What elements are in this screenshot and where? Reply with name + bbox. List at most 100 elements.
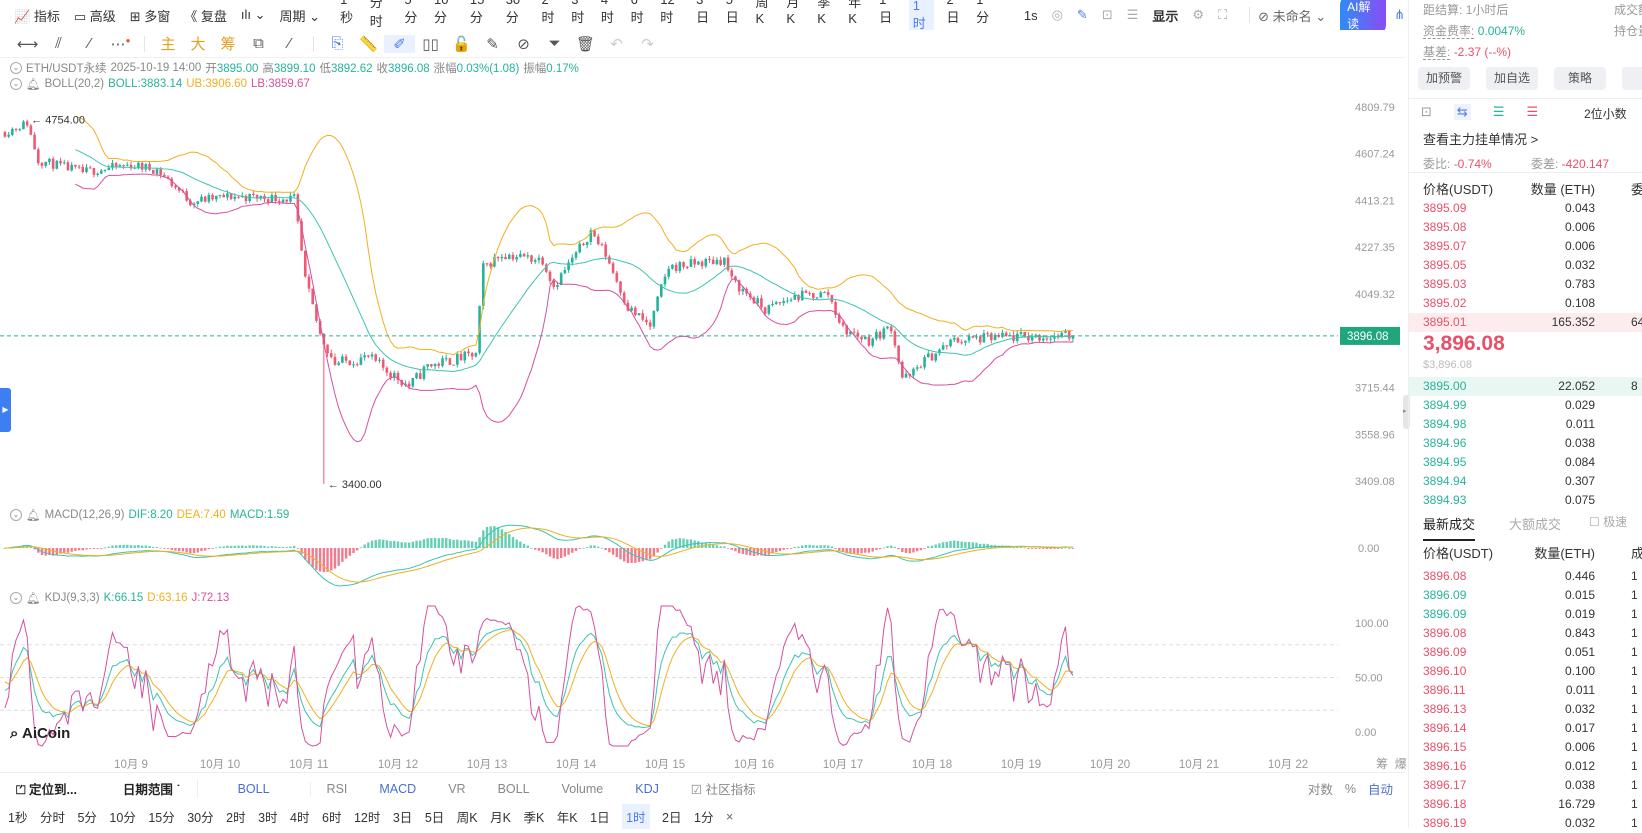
realtime-toggle[interactable]: 1s <box>1024 8 1038 23</box>
collapse-icon[interactable]: ⌄ <box>10 78 22 90</box>
book-bids-icon[interactable]: ☰ <box>1493 104 1505 120</box>
period-20[interactable]: 1分 <box>694 807 713 826</box>
book-asks-icon[interactable]: ☰ <box>1526 104 1538 120</box>
undo-icon[interactable]: ↶ <box>601 35 632 53</box>
add-alert-button[interactable]: 加预警 <box>1418 67 1470 90</box>
link-icon[interactable]: ⊘ <box>508 35 539 53</box>
liquidation-toggle[interactable]: 爆 <box>1395 757 1407 771</box>
book-row[interactable]: 3895.08 0.006 <box>1409 218 1642 237</box>
add-window-icon[interactable]: ⊡ <box>1102 7 1113 23</box>
tab-latest-trades[interactable]: 最新成交 <box>1423 514 1476 541</box>
book-row[interactable]: 3896.13 0.032 1 <box>1409 700 1642 719</box>
horizontal-line-icon[interactable]: ⟷ <box>12 35 43 53</box>
boll-name[interactable]: BOLL(20,2) <box>45 78 104 90</box>
book-row[interactable]: 3896.15 0.006 1 <box>1409 738 1642 757</box>
book-row[interactable]: 3896.18 16.729 1 <box>1409 795 1642 814</box>
lock-icon[interactable]: 🔓 <box>446 35 477 53</box>
advanced-button[interactable]: ▭ 高级 <box>74 6 116 25</box>
period-11[interactable]: 3日 <box>393 807 412 826</box>
collapse-icon[interactable]: ⌄ <box>10 62 22 74</box>
bell-icon[interactable]: 🔔︎ <box>26 77 41 91</box>
popout-icon[interactable]: ⊡ <box>1421 104 1432 120</box>
period-17[interactable]: 1日 <box>590 807 609 826</box>
book-row[interactable]: 3894.93 0.075 <box>1409 491 1642 510</box>
bookmark-icon[interactable]: ⎘ <box>322 35 353 52</box>
display-button[interactable]: 显示 <box>1152 6 1178 25</box>
kline-chart[interactable]: 4809.79 4607.24 4413.21 4227.35 4049.32 3715.… <box>0 0 1405 770</box>
more-tools-icon[interactable]: ⋯● <box>105 35 136 53</box>
multi-window-button[interactable]: ⊞ 多窗 <box>130 6 171 25</box>
auto-scale-toggle[interactable]: 自动 <box>1368 779 1393 798</box>
indicator-tab-volume[interactable]: Volume <box>546 782 620 796</box>
indicator-tab-macd[interactable]: MACD <box>363 782 432 796</box>
fast-mode-checkbox[interactable]: ☐ 极速 <box>1589 513 1627 530</box>
book-row[interactable]: 3894.98 0.011 <box>1409 415 1642 434</box>
collapse-icon[interactable]: ⌄ <box>10 509 22 521</box>
book-row[interactable]: 3896.08 0.843 1 <box>1409 624 1642 643</box>
book-row[interactable]: 3895.02 0.108 <box>1409 294 1642 313</box>
chip-button[interactable]: 筹 <box>213 33 243 54</box>
more-button[interactable] <box>1622 67 1642 90</box>
trash-icon[interactable]: 🗑 <box>570 35 601 53</box>
period-2[interactable]: 5分 <box>77 807 96 826</box>
book-row[interactable]: 3896.09 0.019 1 <box>1409 605 1642 624</box>
book-row[interactable]: 3895.07 0.006 <box>1409 237 1642 256</box>
period-dropdown[interactable]: 周期 ⌄ <box>280 6 321 25</box>
close-period-bar[interactable]: × <box>726 810 733 824</box>
filter-icon[interactable]: ⏷ <box>539 35 570 52</box>
book-row[interactable]: 3896.11 0.011 1 <box>1409 681 1642 700</box>
book-row[interactable]: 3896.16 0.012 1 <box>1409 757 1642 776</box>
camera-icon[interactable]: ◎ <box>1052 7 1063 23</box>
layout-dropdown[interactable]: ⊘ 未命名 ⌄ <box>1258 6 1326 25</box>
pen-icon[interactable]: ✎ <box>1077 7 1088 23</box>
indicator-tab-vr[interactable]: VR <box>432 782 481 796</box>
tab-large-trades[interactable]: 大额成交 <box>1509 514 1561 533</box>
parallel-line-icon[interactable]: ⫽ <box>43 35 74 52</box>
indicator-tab-boll-2[interactable]: BOLL <box>482 782 546 796</box>
share-icon[interactable]: ⋔ <box>1394 7 1405 23</box>
period-12[interactable]: 5日 <box>425 807 444 826</box>
book-row[interactable]: 3894.96 0.038 <box>1409 434 1642 453</box>
bell-icon[interactable]: 🔔︎ <box>26 508 41 522</box>
book-row[interactable]: 3896.14 0.017 1 <box>1409 719 1642 738</box>
book-row[interactable]: 3896.09 0.051 1 <box>1409 643 1642 662</box>
book-row[interactable]: 3896.17 0.038 1 <box>1409 776 1642 795</box>
settings-icon[interactable]: ⚙ <box>1192 7 1204 23</box>
book-row[interactable]: 3895.05 0.032 <box>1409 256 1642 275</box>
period-6[interactable]: 2时 <box>226 807 245 826</box>
trend-line-icon[interactable]: ⁄ <box>74 35 105 52</box>
brush-icon[interactable]: ⁄ <box>274 35 305 52</box>
list-icon[interactable]: ☰ <box>1127 7 1139 23</box>
book-row[interactable]: 3896.09 0.015 1 <box>1409 586 1642 605</box>
chart-type-dropdown[interactable]: ılı ⌄ <box>241 7 266 23</box>
period-3[interactable]: 10分 <box>109 807 135 826</box>
redo-icon[interactable]: ↷ <box>632 35 663 53</box>
indicator-tab-kdj[interactable]: KDJ <box>619 782 675 796</box>
note-icon[interactable]: ✎ <box>477 35 508 53</box>
side-panel-handle[interactable]: ▶ <box>0 388 11 432</box>
period-7[interactable]: 3时 <box>258 807 277 826</box>
qty-sort[interactable]: 数量(ETH) <box>1534 544 1595 563</box>
candles-icon[interactable]: ▯▯ <box>415 35 446 53</box>
period-4[interactable]: 15分 <box>148 807 174 826</box>
large-order-button[interactable]: 大 <box>183 33 213 54</box>
bell-icon[interactable]: 🔔︎ <box>26 591 41 605</box>
qty-sort[interactable]: 数量 (ETH) <box>1531 180 1595 199</box>
indicator-tab-boll[interactable]: BOLL <box>198 781 311 796</box>
fullscreen-icon[interactable]: ⛶ <box>1218 7 1227 23</box>
period-5[interactable]: 30分 <box>187 807 213 826</box>
date-range-button[interactable]: 日期范围 ˙ <box>93 779 198 798</box>
strategy-button[interactable]: 策略 <box>1554 67 1606 90</box>
kdj-name[interactable]: KDJ(9,3,3) <box>45 592 100 604</box>
community-indicators-button[interactable]: ☑ 社区指标 <box>675 779 772 798</box>
main-force-button[interactable]: 主 <box>153 33 183 54</box>
book-both-icon[interactable]: ⇆ <box>1453 104 1471 120</box>
edit-icon[interactable]: ⧉ <box>243 35 274 52</box>
period-13[interactable]: 周K <box>457 807 478 826</box>
period-9[interactable]: 6时 <box>322 807 341 826</box>
indicator-tab-rsi[interactable]: RSI <box>311 782 364 796</box>
book-row[interactable]: 3894.99 0.029 <box>1409 396 1642 415</box>
period-10[interactable]: 12时 <box>354 807 380 826</box>
period-8[interactable]: 4时 <box>290 807 309 826</box>
book-row[interactable]: 3895.01 165.352 64 <box>1409 313 1642 332</box>
